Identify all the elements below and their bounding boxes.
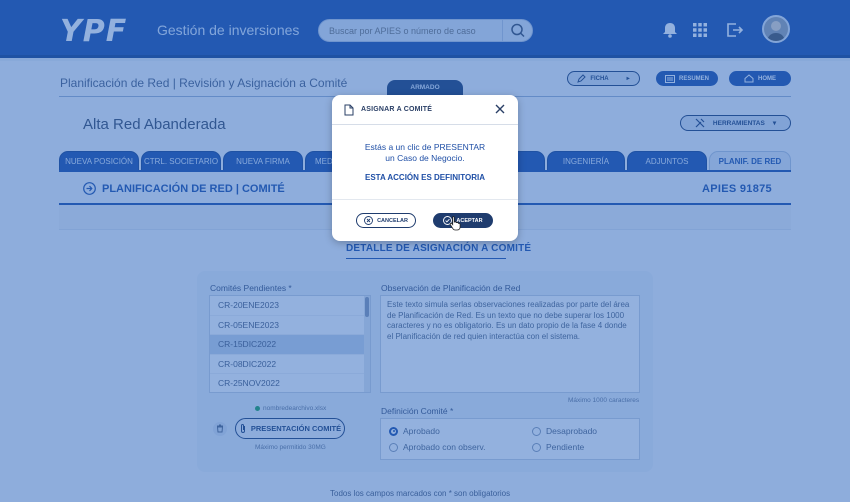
modal-header: ASIGNAR A COMITÉ — [332, 95, 518, 125]
cancel-label: CANCELAR — [377, 217, 408, 224]
modal-warning: ESTA ACCIÓN ES DEFINITORIA — [364, 173, 485, 182]
divider — [332, 199, 518, 200]
cancel-circle-icon — [364, 216, 374, 225]
modal-message: Estás a un clic de PRESENTAR un Caso de … — [332, 142, 518, 163]
accept-button[interactable]: ACEPTAR — [433, 213, 493, 228]
confirm-modal: ASIGNAR A COMITÉ Estás a un clic de PRES… — [332, 95, 518, 241]
cancel-button[interactable]: CANCELAR — [356, 213, 416, 228]
modal-title: ASIGNAR A COMITÉ — [361, 106, 433, 113]
document-icon — [344, 104, 354, 116]
modal-overlay[interactable] — [0, 0, 850, 502]
hand-cursor-icon — [449, 216, 461, 231]
modal-message-line: un Caso de Negocio. — [385, 152, 465, 163]
modal-message-line: Estás a un clic de PRESENTAR — [364, 142, 486, 152]
close-icon[interactable] — [494, 103, 506, 115]
